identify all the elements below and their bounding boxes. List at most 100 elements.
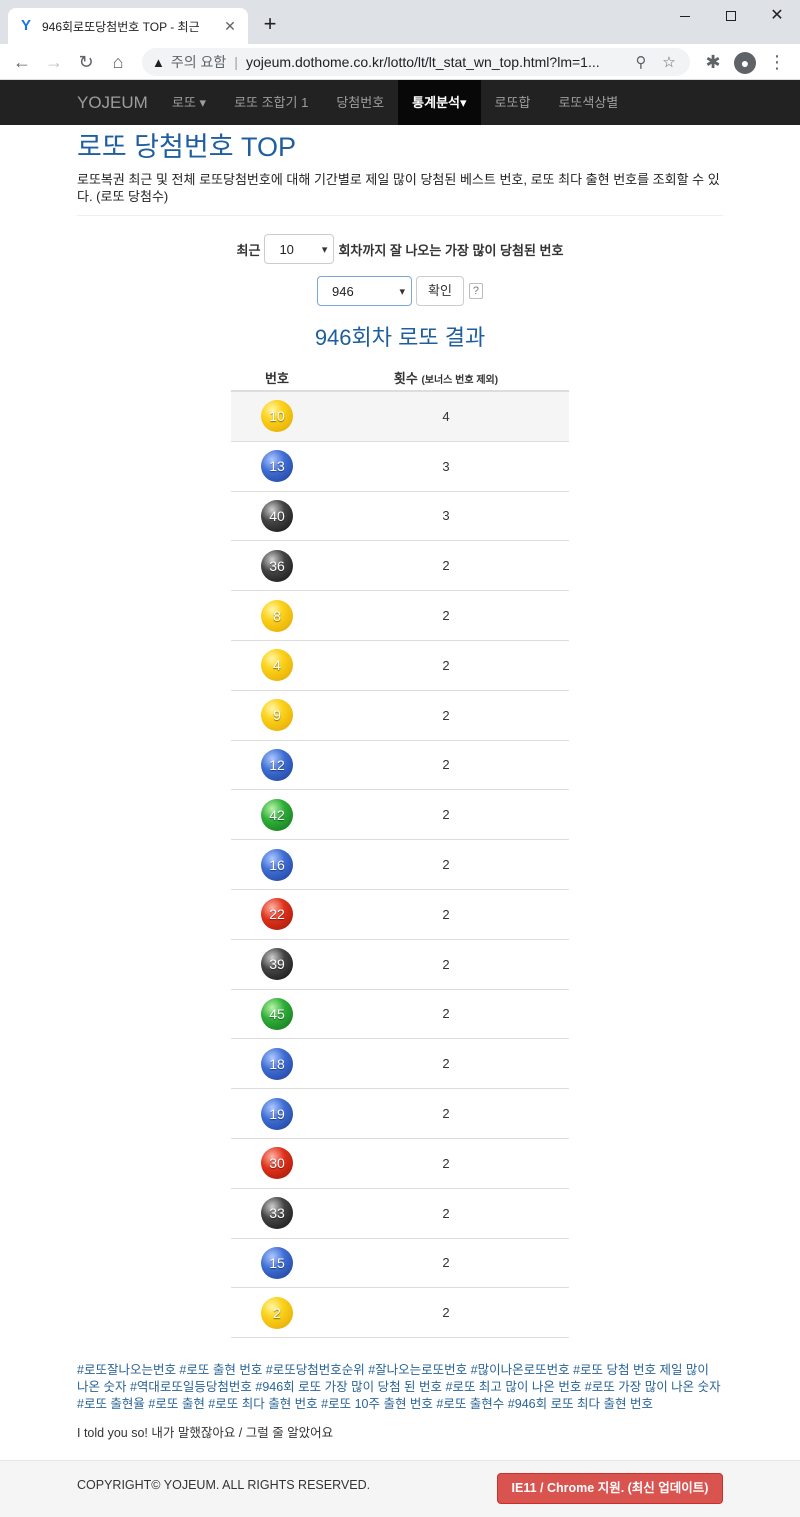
count-cell: 3 <box>442 458 450 474</box>
table-row: 39 2 <box>231 940 569 990</box>
result-title: 946회차 로또 결과 <box>314 325 486 350</box>
recent-filter-row: 최근 10 ▾ 회차까지 잘 나오는 가장 많이 당첨된 번호 <box>77 234 723 264</box>
lotto-ball: 2 <box>261 1296 293 1329</box>
nav-item-3[interactable]: 통계분석▾ <box>398 80 481 125</box>
number-cell: 2 <box>231 1296 323 1329</box>
back-button[interactable]: ← <box>10 50 34 74</box>
number-cell: 13 <box>231 450 323 483</box>
result-table: 번호 횟수 (보너스 번호 제외) 10 4 13 3 40 3 36 2 8 2 4 2 9 2 12 2 4… <box>231 364 569 1339</box>
table-row: 42 <box>231 641 569 691</box>
lotto-ball: 8 <box>261 599 293 632</box>
table-row: 33 2 <box>231 1189 569 1239</box>
forward-button[interactable]: → <box>42 50 66 74</box>
number-cell: 33 <box>231 1197 323 1230</box>
number-cell: 8 <box>231 599 323 632</box>
browser-menu-button[interactable]: ⋮ <box>765 50 789 74</box>
extensions-button[interactable]: ✱ <box>701 50 725 74</box>
count-cell: 2 <box>442 1205 450 1221</box>
site-favicon-icon: Y <box>20 17 31 34</box>
warning-icon: ▲ <box>152 54 165 70</box>
round-value: 946 <box>332 283 354 299</box>
avatar-icon: ● <box>734 52 756 74</box>
number-cell: 10 <box>231 400 323 433</box>
number-cell: 12 <box>231 748 323 781</box>
lotto-ball: 16 <box>261 848 293 881</box>
lotto-ball: 33 <box>261 1197 293 1230</box>
browser-toolbar: ← → ↻ ⌂ ▲ 주의 요함 | yojeum.dothome.co.kr/l… <box>0 44 800 80</box>
tab-close-icon[interactable]: ✕ <box>222 18 238 35</box>
minimize-button[interactable] <box>662 0 708 32</box>
round-select[interactable]: 946 ▾ <box>317 276 413 306</box>
lotto-ball: 15 <box>261 1246 293 1279</box>
recent-count-value: 10 <box>279 241 294 257</box>
lotto-ball: 19 <box>261 1097 293 1130</box>
lotto-ball: 18 <box>261 1047 293 1080</box>
number-cell: 42 <box>231 798 323 831</box>
table-row: 30 2 <box>231 1139 569 1189</box>
lotto-ball: 13 <box>261 450 293 483</box>
nav-item-2[interactable]: 당첨번호 <box>322 80 398 125</box>
nav-item-4[interactable]: 로또합 <box>481 80 545 125</box>
table-row: 15 2 <box>231 1239 569 1289</box>
security-warning-label[interactable]: 주의 요함 <box>171 52 226 72</box>
count-cell: 2 <box>442 1155 450 1171</box>
lotto-ball: 22 <box>261 898 293 931</box>
browser-tab[interactable]: Y 946회로또당첨번호 TOP - 최근 ✕ <box>8 8 248 44</box>
count-cell: 2 <box>442 1255 450 1271</box>
browser-support-button[interactable]: IE11 / Chrome 지원. (최신 업데이트) <box>497 1473 723 1504</box>
divider: | <box>234 54 238 70</box>
arrow-left-icon: ← <box>13 52 31 72</box>
nav-item-1[interactable]: 로또 조합기 1 <box>220 80 322 125</box>
profile-button[interactable]: ● <box>733 50 757 74</box>
round-filter-row: 946 ▾ 확인 ? <box>77 276 723 306</box>
count-cell: 2 <box>442 707 450 723</box>
copyright-text: COPYRIGHT© YOJEUM. ALL RIGHTS RESERVED. <box>77 1478 371 1492</box>
recent-count-select[interactable]: 10 ▾ <box>264 234 335 264</box>
address-bar[interactable]: ▲ 주의 요함 | yojeum.dothome.co.kr/lotto/lt/… <box>142 48 690 76</box>
count-cell: 2 <box>442 1056 450 1072</box>
lotto-ball: 9 <box>261 699 293 732</box>
table-row: 40 3 <box>231 492 569 542</box>
recent-suffix-label: 회차까지 잘 나오는 가장 많이 당첨된 번호 <box>338 242 564 258</box>
zoom-icon[interactable]: ⚲ <box>630 53 652 71</box>
site-navbar: YOJEUM 로또 ▾ 로또 조합기 1 당첨번호 통계분석▾ 로또합 로또색상별 <box>0 80 800 125</box>
number-cell: 16 <box>231 848 323 881</box>
bookmark-star-icon[interactable]: ☆ <box>658 53 680 71</box>
nav-item-0[interactable]: 로또 ▾ <box>158 80 220 125</box>
minimize-icon <box>680 15 690 17</box>
number-cell: 40 <box>231 499 323 532</box>
new-tab-button[interactable]: + <box>258 12 282 36</box>
window-close-button[interactable]: ✕ <box>754 0 800 32</box>
confirm-button[interactable]: 확인 <box>416 276 464 306</box>
brand-logo[interactable]: YOJEUM <box>77 80 148 125</box>
chevron-down-icon: ▾ <box>399 285 406 298</box>
number-cell: 39 <box>231 948 323 981</box>
count-cell: 4 <box>442 408 450 424</box>
number-cell: 36 <box>231 549 323 582</box>
url-text[interactable]: yojeum.dothome.co.kr/lotto/lt/lt_stat_wn… <box>246 54 624 70</box>
count-cell: 2 <box>442 757 450 773</box>
home-button[interactable]: ⌂ <box>106 50 130 74</box>
count-cell: 2 <box>442 608 450 624</box>
lotto-ball: 39 <box>261 948 293 981</box>
puzzle-icon: ✱ <box>705 52 721 72</box>
count-cell: 3 <box>442 508 450 524</box>
tab-title: 946회로또당첨번호 TOP - 최근 <box>42 19 200 34</box>
table-row: 19 2 <box>231 1089 569 1139</box>
nav-item-5[interactable]: 로또색상별 <box>544 80 632 125</box>
hashtag-list[interactable]: #로또잘나오는번호 #로또 출현 번호 #로또당첨번호순위 #잘나오는로또번호 … <box>77 1362 723 1413</box>
lotto-ball: 12 <box>261 748 293 781</box>
reload-button[interactable]: ↻ <box>74 50 98 74</box>
maximize-button[interactable] <box>708 0 754 32</box>
table-body: 10 4 13 3 40 3 36 2 8 2 4 2 9 2 12 2 42 2 16 2 22 2 39 2 45 2 18 2 1… <box>231 392 569 1339</box>
help-icon[interactable]: ? <box>468 283 483 299</box>
number-cell: 9 <box>231 699 323 732</box>
table-row: 82 <box>231 591 569 641</box>
number-cell: 15 <box>231 1246 323 1279</box>
table-row: 22 2 <box>231 890 569 940</box>
kebab-menu-icon: ⋮ <box>768 52 786 72</box>
lotto-ball: 30 <box>261 1147 293 1180</box>
reload-icon: ↻ <box>78 52 94 72</box>
page-description: 로또복권 최근 및 전체 로또당첨번호에 대해 기간별로 제일 많이 당첨된 베… <box>77 172 720 204</box>
column-header-number: 번호 <box>265 370 289 386</box>
